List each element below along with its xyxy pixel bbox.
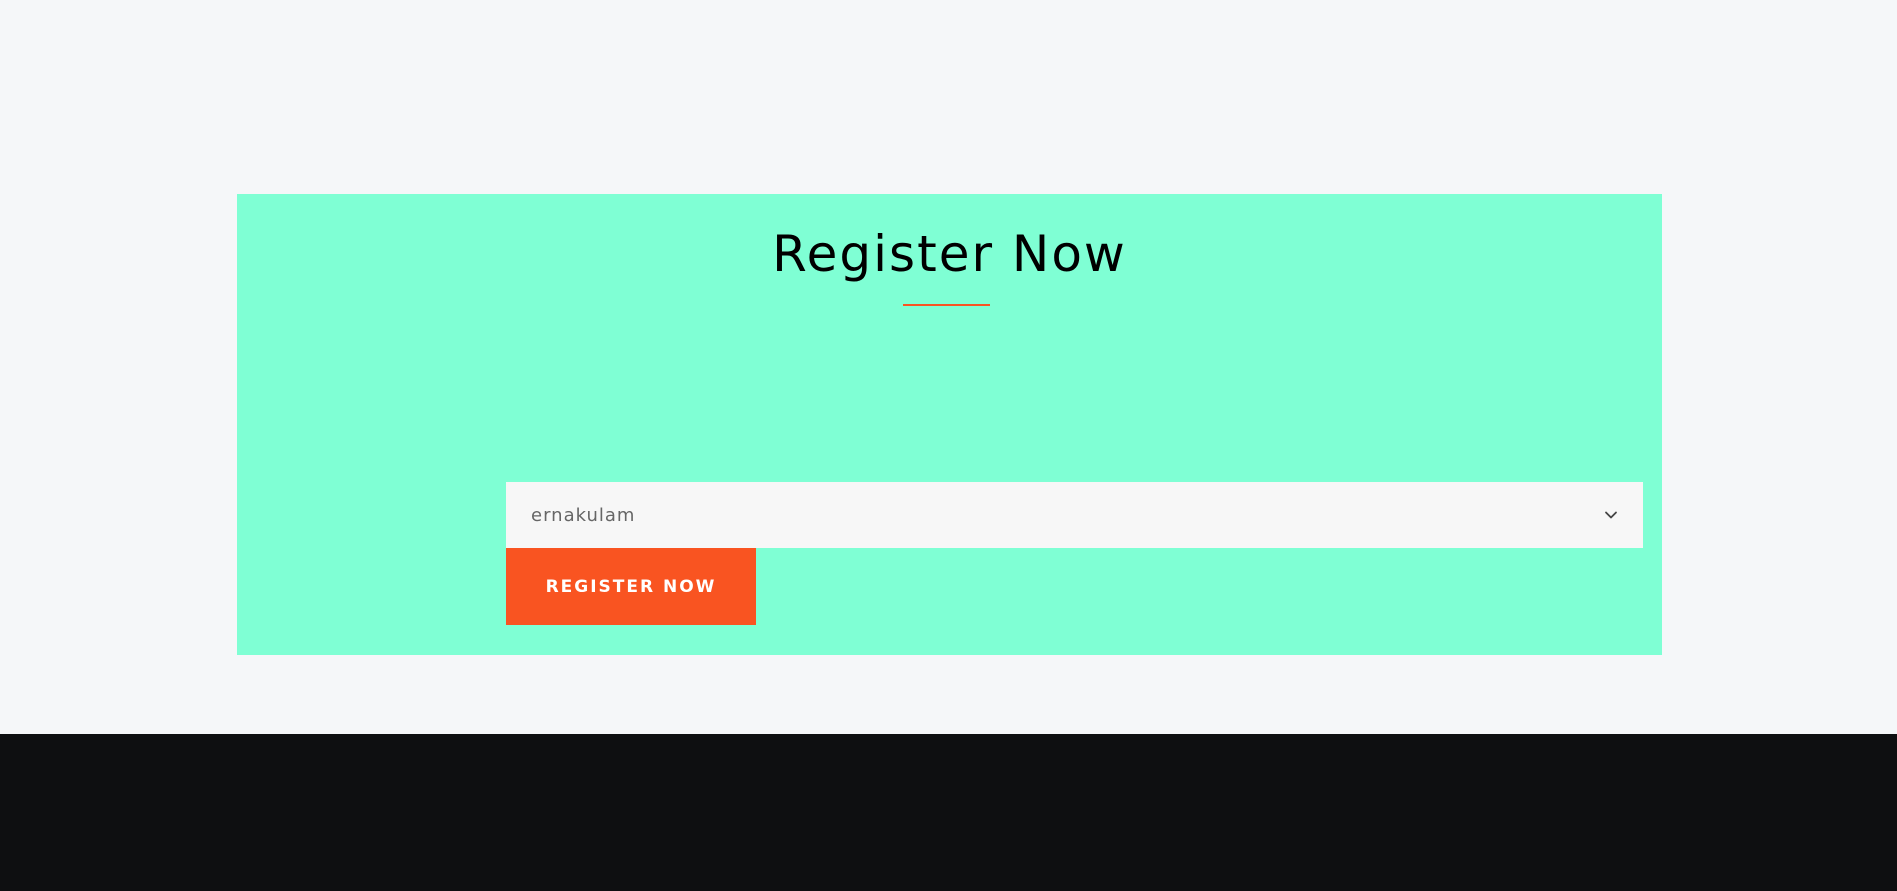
register-now-button[interactable]: REGISTER NOW [506,548,756,625]
city-select-value: ernakulam [531,504,636,526]
footer [0,734,1897,891]
register-title: Register Now [772,225,1127,283]
chevron-down-icon [1603,507,1619,523]
title-underline-divider [903,304,990,306]
city-select[interactable]: ernakulam [506,482,1643,548]
register-section: Register Now ernakulam REGISTER NOW [237,194,1662,655]
